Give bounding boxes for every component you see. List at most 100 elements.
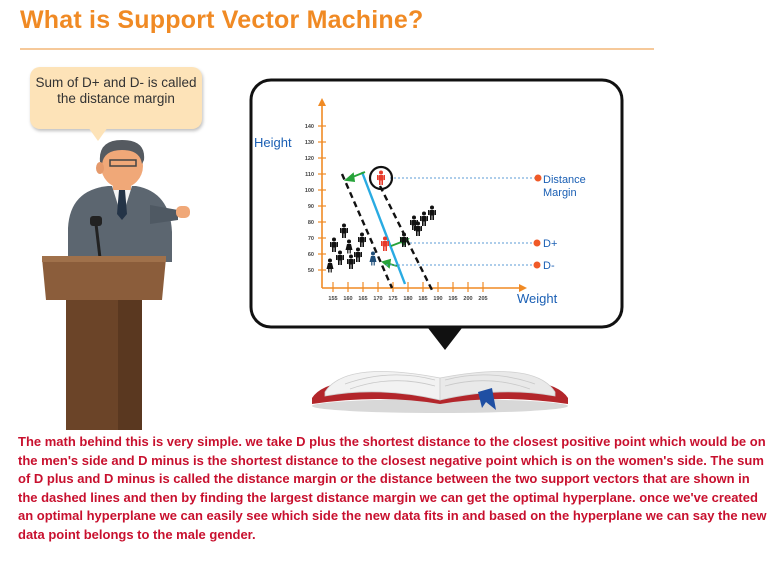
y-tick-label: 120 — [305, 156, 314, 162]
figure-leg — [430, 215, 432, 220]
figure-arm — [354, 252, 356, 257]
figure-leg — [328, 269, 330, 273]
figure-arm — [410, 220, 412, 225]
figure-torso — [382, 241, 388, 247]
x-tick-label: 165 — [358, 296, 367, 302]
figure-head — [379, 170, 383, 175]
figure-leg — [418, 231, 420, 236]
figure-leg — [402, 242, 404, 247]
figure-leg — [412, 225, 414, 230]
figure-torso — [421, 216, 427, 222]
y-tick-label: 140 — [305, 124, 314, 130]
figure-leg — [432, 215, 434, 220]
annotation-d-plus: D+ — [543, 238, 557, 250]
figure-arm — [406, 237, 408, 242]
figure-arm — [400, 237, 402, 242]
microphone-head — [90, 216, 102, 226]
figure-head — [356, 247, 360, 252]
figure-arm — [426, 216, 428, 221]
figure-torso — [401, 237, 407, 243]
figure-leg — [332, 247, 334, 252]
figure-leg — [381, 180, 383, 185]
figure-head — [383, 236, 387, 241]
figure-head — [332, 237, 336, 242]
figure-leg — [360, 242, 362, 247]
y-tick-label: 130 — [305, 140, 314, 146]
figure-leg — [351, 264, 353, 269]
podium-column-shadow — [118, 300, 142, 430]
figure-leg — [344, 233, 346, 238]
figure-torso — [378, 175, 384, 181]
figure-arm — [353, 259, 355, 264]
y-tick-label: 110 — [305, 172, 314, 178]
presenter-hand — [176, 206, 190, 218]
figure-arm — [414, 226, 416, 231]
y-tick-label: 70 — [308, 236, 314, 242]
annotation-dot-d-plus — [533, 239, 541, 247]
y-axis-label: Height — [254, 135, 292, 150]
figure-leg — [416, 231, 418, 236]
figure-head — [412, 215, 416, 220]
presenter-arm — [150, 205, 178, 224]
figure-torso — [331, 242, 337, 248]
x-tick-label: 205 — [478, 296, 487, 302]
figure-torso — [348, 259, 354, 265]
figure-leg — [356, 257, 358, 262]
figure-leg — [340, 260, 342, 265]
book-icon — [312, 371, 568, 413]
figure-leg — [373, 262, 375, 266]
x-tick-label: 200 — [463, 296, 472, 302]
figure-head — [430, 205, 434, 210]
y-tick-label: 100 — [305, 188, 314, 194]
illustration: 140 130 120 110 100 90 80 70 60 50 155 1… — [42, 78, 624, 430]
podium-trim — [42, 256, 166, 262]
chart-board — [249, 78, 624, 329]
figure-leg — [383, 246, 385, 251]
y-tick-label: 50 — [308, 268, 314, 274]
figure-head — [328, 258, 332, 263]
figure-leg — [379, 180, 381, 185]
figure-head — [416, 221, 420, 226]
figure-arm — [347, 259, 349, 264]
x-tick-label: 185 — [418, 296, 427, 302]
figure-head — [347, 239, 351, 244]
figure-head — [360, 232, 364, 237]
figure-arm — [340, 228, 342, 233]
x-axis-label: Weight — [517, 291, 558, 306]
x-tick-label: 155 — [328, 296, 337, 302]
figure-leg — [349, 250, 351, 254]
figure-arm — [420, 226, 422, 231]
figure-arm — [387, 241, 389, 246]
figure-leg — [385, 246, 387, 251]
figure-leg — [371, 262, 373, 266]
figure-leg — [334, 247, 336, 252]
figure-torso — [411, 220, 417, 226]
figure-arm — [330, 242, 332, 247]
annotation-distance-margin-line1: Distance — [543, 174, 586, 186]
figure-leg — [422, 221, 424, 226]
figure-leg — [404, 242, 406, 247]
figure-arm — [364, 237, 366, 242]
podium — [42, 256, 166, 430]
figure-arm — [360, 252, 362, 257]
figure-leg — [424, 221, 426, 226]
x-tick-label: 180 — [403, 296, 412, 302]
annotation-dot-d-minus — [533, 261, 541, 269]
annotation-distance-margin-line2: Margin — [543, 187, 577, 199]
presenter-figure — [68, 140, 190, 262]
figure-torso — [337, 255, 343, 261]
annotation-dot-distance-margin — [534, 174, 542, 182]
annotation-d-minus: D- — [543, 260, 555, 272]
figure-torso — [341, 228, 347, 234]
x-tick-label: 190 — [433, 296, 442, 302]
figure-arm — [428, 210, 430, 215]
figure-arm — [420, 216, 422, 221]
figure-arm — [336, 242, 338, 247]
podium-top — [42, 258, 166, 300]
figure-leg — [330, 269, 332, 273]
presenter-ear — [96, 162, 104, 174]
figure-arm — [346, 228, 348, 233]
figure-head — [338, 250, 342, 255]
y-tick-label: 80 — [308, 220, 314, 226]
x-tick-label: 175 — [388, 296, 397, 302]
